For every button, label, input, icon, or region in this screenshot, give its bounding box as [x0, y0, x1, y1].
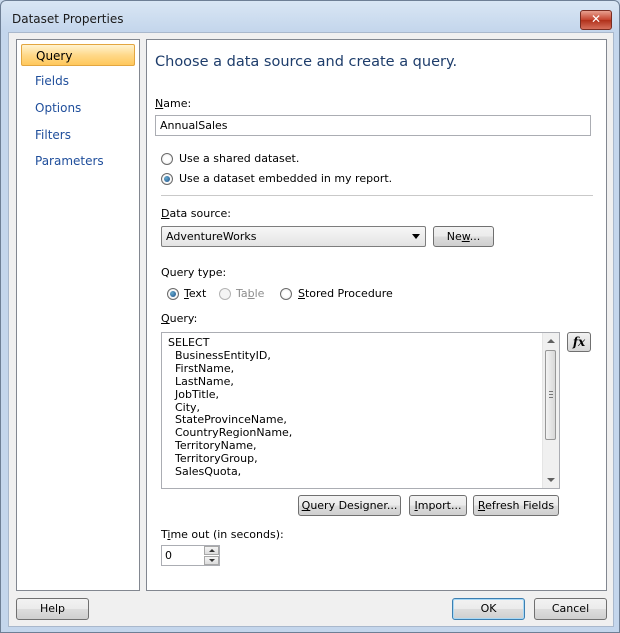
import-button[interactable]: Import... [409, 495, 467, 516]
spin-down-button[interactable] [204, 556, 219, 565]
shared-dataset-radio[interactable] [161, 153, 173, 165]
cancel-button[interactable]: Cancel [534, 598, 607, 620]
spin-up-button[interactable] [204, 546, 219, 555]
close-button[interactable]: ✕ [580, 10, 612, 30]
nav-item-query[interactable]: Query [21, 44, 135, 66]
page-navigation: Query Fields Options Filters Parameters [16, 39, 140, 591]
name-input-value: AnnualSales [160, 119, 228, 132]
nav-item-label: Options [35, 101, 82, 115]
arrow-up-icon [209, 549, 215, 552]
query-type-text-label: Text [184, 287, 207, 300]
refresh-fields-button[interactable]: Refresh Fields [473, 495, 559, 516]
nav-item-filters[interactable]: Filters [21, 124, 135, 146]
query-type-stored-procedure-radio[interactable] [280, 288, 292, 300]
nav-item-label: Parameters [35, 154, 104, 168]
query-vertical-scrollbar[interactable] [542, 333, 559, 488]
nav-item-parameters[interactable]: Parameters [21, 150, 135, 172]
grip-icon [549, 397, 553, 398]
window-title: Dataset Properties [12, 12, 124, 26]
nav-item-options[interactable]: Options [21, 97, 135, 119]
scrollbar-thumb[interactable] [545, 350, 556, 440]
name-label: Name: [155, 97, 192, 110]
arrow-down-icon [209, 559, 215, 562]
data-source-label: Data source: [161, 207, 232, 220]
name-input[interactable]: AnnualSales [155, 115, 591, 136]
query-designer-button[interactable]: Query Designer... [298, 495, 401, 516]
query-type-table-radio[interactable] [219, 288, 231, 300]
nav-item-label: Filters [35, 128, 71, 142]
query-type-stored-procedure-label: Stored Procedure [298, 287, 393, 300]
embedded-dataset-radio[interactable] [161, 173, 173, 185]
close-icon: ✕ [590, 12, 602, 26]
scroll-down-icon[interactable] [547, 478, 555, 482]
timeout-value: 0 [165, 549, 172, 562]
fx-icon: fx [572, 335, 586, 349]
nav-item-fields[interactable]: Fields [21, 70, 135, 92]
shared-dataset-label: Use a shared dataset. [179, 152, 300, 165]
query-type-label: Query type: [161, 266, 227, 279]
new-data-source-button[interactable]: New... [433, 226, 494, 247]
grip-icon [549, 394, 553, 395]
timeout-stepper[interactable]: 0 [161, 545, 220, 566]
data-source-selected: AdventureWorks [166, 230, 257, 243]
query-page: Choose a data source and create a query.… [146, 39, 607, 591]
nav-item-label: Query [36, 49, 73, 63]
ok-button[interactable]: OK [452, 598, 525, 620]
query-type-table-label: Table [236, 287, 265, 300]
data-source-dropdown[interactable]: AdventureWorks [161, 226, 426, 247]
timeout-label: Time out (in seconds): [161, 528, 284, 541]
query-label: Query: [161, 312, 198, 325]
grip-icon [549, 391, 553, 392]
dataset-properties-dialog: Dataset Properties ✕ Query Fields Option… [0, 0, 620, 633]
query-text: SELECT BusinessEntityID, FirstName, Last… [168, 336, 293, 479]
page-heading: Choose a data source and create a query. [155, 54, 458, 70]
chevron-down-icon [412, 234, 420, 239]
scroll-up-icon[interactable] [547, 339, 555, 343]
dialog-client-area: Query Fields Options Filters Parameters … [8, 32, 614, 627]
expression-button[interactable]: fx [567, 332, 591, 352]
section-divider [161, 195, 593, 196]
nav-item-label: Fields [35, 74, 69, 88]
timeout-spin-buttons [204, 546, 219, 565]
help-button[interactable]: Help [16, 598, 89, 620]
query-text-editor[interactable]: SELECT BusinessEntityID, FirstName, Last… [161, 332, 560, 489]
query-type-text-radio[interactable] [167, 288, 179, 300]
embedded-dataset-label: Use a dataset embedded in my report. [179, 172, 393, 185]
